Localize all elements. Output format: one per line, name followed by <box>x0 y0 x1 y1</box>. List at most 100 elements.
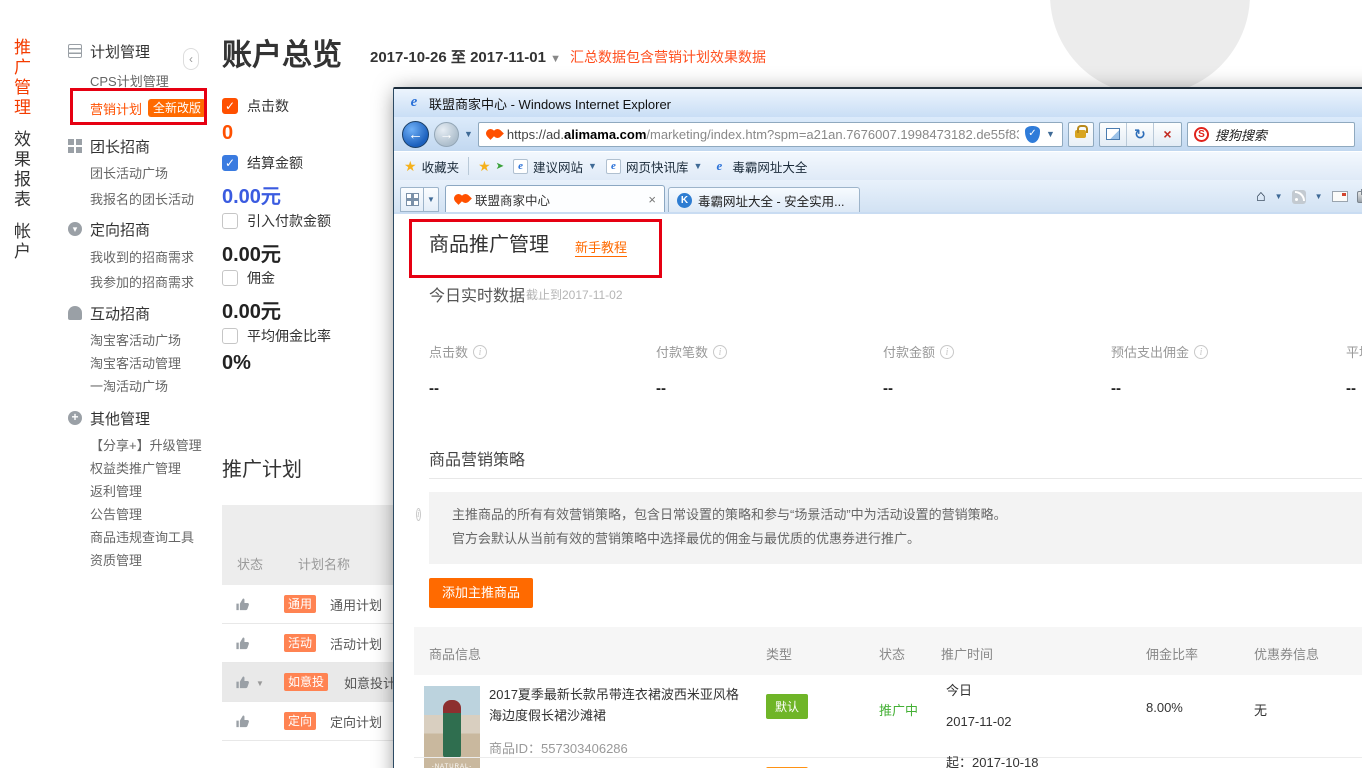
compatibility-view-button[interactable] <box>1100 123 1127 146</box>
product-image[interactable]: -NATURAL- <box>424 686 480 768</box>
sidebar-item-rights-promotion[interactable]: 权益类推广管理 <box>90 457 181 477</box>
sidebar-item-announcement-management[interactable]: 公告管理 <box>90 503 142 523</box>
checkbox-unchecked-icon[interactable] <box>222 270 238 286</box>
sogou-icon: S <box>1194 127 1209 142</box>
sidebar-item-joined-demands[interactable]: 我参加的招商需求 <box>90 271 194 291</box>
browser-navbar: ← → ▼ https://ad.alimama.com/marketing/i… <box>394 117 1362 151</box>
sidebar-item-taobaoke-management[interactable]: 淘宝客活动管理 <box>90 352 181 372</box>
forward-button[interactable]: → <box>434 122 459 147</box>
sidebar-group-leader-investment[interactable]: 团长招商 <box>68 135 150 157</box>
add-main-product-button[interactable]: 添加主推商品 <box>429 578 533 608</box>
tab-close-icon[interactable]: × <box>648 192 656 207</box>
product-image-dress <box>443 700 461 758</box>
rail-item-promotion-management[interactable]: 推广管理 <box>8 38 33 118</box>
sidebar-item-etao-plaza[interactable]: 一淘活动广场 <box>90 375 168 395</box>
sidebar-group-other-management[interactable]: + 其他管理 <box>68 407 150 429</box>
refresh-button[interactable]: ↻ <box>1127 123 1154 146</box>
sidebar-item-leader-activity-plaza[interactable]: 团长活动广场 <box>90 162 184 182</box>
thumb-up-icon[interactable] <box>235 675 250 690</box>
summary-note: 汇总数据包含营销计划效果数据 <box>570 47 766 67</box>
checkbox-unchecked-icon[interactable] <box>222 328 238 344</box>
url-path: /marketing/index.htm?spm=a21an.7676007.1… <box>646 127 1019 142</box>
chevron-down-icon[interactable]: ▼ <box>256 679 264 688</box>
date-range-selector[interactable]: 2017-10-26 至 2017-11-01 ▼ <box>370 46 561 67</box>
checkbox-unchecked-icon[interactable] <box>222 213 238 229</box>
product-title[interactable]: 2017夏季最新长款吊带连衣裙波西米亚风格海边度假长裙沙滩裙 <box>489 684 741 726</box>
sidebar-item-label: 商品违规查询工具 <box>90 527 194 546</box>
metric-commission-checkbox-row[interactable]: 佣金 <box>222 268 275 288</box>
thumb-up-icon[interactable] <box>235 714 250 729</box>
info-icon[interactable]: i <box>1194 345 1208 359</box>
product-promotion-title: 商品推广管理 <box>429 228 549 257</box>
rss-feed-icon[interactable] <box>1292 190 1306 204</box>
home-icon[interactable]: ⌂ <box>1256 188 1266 206</box>
sidebar-item-taobaoke-plaza[interactable]: 淘宝客活动广场 <box>90 329 181 349</box>
metric-label: 点击数 <box>429 342 468 361</box>
history-dropdown-icon[interactable]: ▼ <box>464 129 473 139</box>
rail-item-effect-report[interactable]: 效果报表 <box>8 130 33 210</box>
sidebar-group-plan-management[interactable]: 计划管理 <box>68 40 150 62</box>
sidebar-group-targeted-investment[interactable]: ▾ 定向招商 <box>68 218 150 240</box>
sidebar-item-marketing-plan[interactable]: 营销计划 全新改版 <box>90 98 206 118</box>
ssl-lock-button[interactable] <box>1068 122 1094 147</box>
metric-label: 平均佣金比率 <box>1346 342 1362 361</box>
stop-button[interactable]: × <box>1154 123 1181 146</box>
metric-label: 付款笔数 <box>656 342 708 361</box>
metric-settlement-checkbox-row[interactable]: ✓ 结算金额 <box>222 153 303 173</box>
sidebar-group-label: 其他管理 <box>90 408 150 429</box>
rail-item-account[interactable]: 帐户 <box>8 222 33 262</box>
browser-viewport: 商品推广管理 新手教程 今日实时数据 截止到2017-11-02 点击数i --… <box>394 214 1362 768</box>
sidebar-item-share-upgrade[interactable]: 【分享+】升级管理 <box>90 434 202 454</box>
add-favorite-button[interactable]: ★➤ <box>478 158 504 175</box>
checkbox-checked-icon[interactable]: ✓ <box>222 98 238 114</box>
sidebar-group-interactive-investment[interactable]: 互动招商 <box>68 302 150 324</box>
home-dropdown-icon[interactable]: ▼ <box>1275 192 1283 201</box>
sidebar-item-qualification-management[interactable]: 资质管理 <box>90 549 142 569</box>
sidebar-item-my-leader-activities[interactable]: 我报名的团长活动 <box>90 188 194 208</box>
promo-time-line1: 起：2017-10-18 <box>946 752 1039 768</box>
sidebar-item-cps-plan[interactable]: CPS计划管理 <box>90 70 169 90</box>
plan-name[interactable]: 定向计划 <box>330 712 382 731</box>
feed-dropdown-icon[interactable]: ▼ <box>1315 192 1323 201</box>
thumb-up-icon[interactable] <box>235 636 250 651</box>
tutorial-link[interactable]: 新手教程 <box>575 237 627 257</box>
sidebar-item-violation-query-tool[interactable]: 商品违规查询工具 <box>90 526 194 546</box>
read-mail-icon[interactable] <box>1332 191 1348 202</box>
thumb-up-icon[interactable] <box>235 597 250 612</box>
back-button[interactable]: ← <box>402 121 429 148</box>
sidebar-item-label: 资质管理 <box>90 550 142 569</box>
favorites-link-webslices[interactable]: e 网页快讯库 ▼ <box>606 157 702 176</box>
plans-section-title: 推广计划 <box>222 453 302 482</box>
security-shield-icon[interactable]: ✓ <box>1025 126 1040 143</box>
alimama-favicon <box>486 129 501 139</box>
quick-tabs-icon <box>406 193 419 206</box>
plan-name[interactable]: 活动计划 <box>330 634 382 653</box>
sidebar-item-received-demands[interactable]: 我收到的招商需求 <box>90 246 194 266</box>
info-icon[interactable]: i <box>940 345 954 359</box>
column-header-status: 状态 <box>237 554 263 573</box>
info-icon[interactable]: i <box>473 345 487 359</box>
divider <box>429 478 1362 479</box>
metric-clicks-checkbox-row[interactable]: ✓ 点击数 <box>222 96 289 116</box>
favorites-link-suggested-sites[interactable]: e 建议网站 ▼ <box>513 157 597 176</box>
info-icon[interactable]: i <box>713 345 727 359</box>
search-box[interactable]: S 搜狗搜索 <box>1187 122 1355 147</box>
sidebar-item-label: 我收到的招商需求 <box>90 247 194 266</box>
today-metric-orders-value: -- <box>656 380 666 397</box>
tab-union-merchant-center[interactable]: 联盟商家中心 × <box>445 185 665 212</box>
tab-duba-sites[interactable]: K 毒霸网址大全 - 安全实用... <box>668 187 860 212</box>
print-icon[interactable] <box>1357 191 1362 203</box>
address-bar[interactable]: https://ad.alimama.com/marketing/index.h… <box>478 122 1063 147</box>
quick-tabs-button[interactable] <box>400 187 424 212</box>
tab-list-dropdown[interactable]: ▼ <box>424 187 439 212</box>
sidebar-collapse-button[interactable]: ‹ <box>183 48 199 70</box>
favorites-button[interactable]: ★ 收藏夹 <box>404 157 459 176</box>
favorites-link-duba-sites[interactable]: e 毒霸网址大全 <box>711 157 807 176</box>
address-dropdown-icon[interactable]: ▼ <box>1046 129 1055 139</box>
metric-payment-checkbox-row[interactable]: 引入付款金额 <box>222 211 331 231</box>
window-titlebar[interactable]: e 联盟商家中心 - Windows Internet Explorer <box>394 89 1362 117</box>
sidebar-item-rebate-management[interactable]: 返利管理 <box>90 480 142 500</box>
metric-avg-rate-checkbox-row[interactable]: 平均佣金比率 <box>222 326 331 346</box>
checkbox-checked-icon[interactable]: ✓ <box>222 155 238 171</box>
plan-name[interactable]: 通用计划 <box>330 595 382 614</box>
